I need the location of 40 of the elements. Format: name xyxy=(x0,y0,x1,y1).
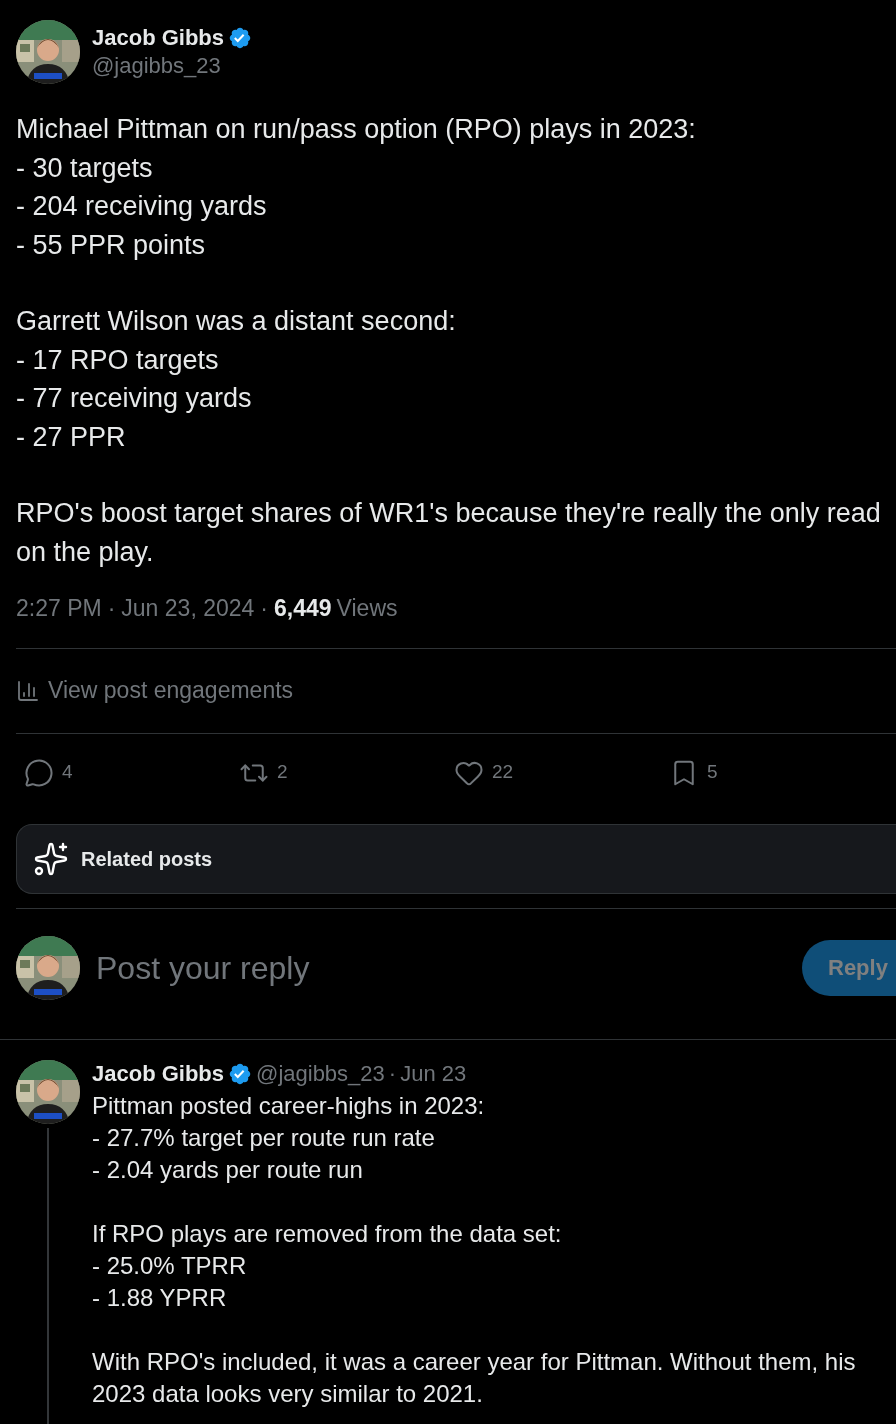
post-text-line: - 55 PPR points xyxy=(16,228,206,262)
reply-button[interactable]: 4 xyxy=(24,757,239,788)
reply-date[interactable]: Jun 23 xyxy=(400,1059,467,1088)
post-text-line: - 27 PPR xyxy=(16,420,126,454)
author-handle[interactable]: @jagibbs_23 xyxy=(256,1059,385,1088)
view-count: 6,449 xyxy=(274,594,332,623)
reply-text-line: If RPO plays are removed from the data set: xyxy=(92,1218,562,1249)
views-label: Views xyxy=(336,594,398,623)
bar-chart-icon xyxy=(16,678,40,703)
author-handle[interactable]: @jagibbs_23 xyxy=(92,52,253,80)
repost-button[interactable]: 2 xyxy=(239,757,454,788)
reply-text-line: - 25.0% TPRR xyxy=(92,1250,247,1281)
reply-text-line: Pittman posted career-highs in 2023: xyxy=(92,1090,485,1121)
post-text-line: Garrett Wilson was a distant second: xyxy=(16,305,456,338)
sparkle-icon xyxy=(33,840,69,877)
post-text-line: - 77 receiving yards xyxy=(16,382,252,415)
bookmark-button[interactable]: 5 xyxy=(669,757,884,788)
separator-dot: · xyxy=(107,594,116,623)
separator-dot: · xyxy=(260,594,268,623)
post-time[interactable]: 2:27 PM xyxy=(16,591,102,626)
reply-text-line: - 1.88 YPRR xyxy=(92,1282,227,1313)
post-text-line: RPO's boost target shares of WR1's because they're really the only read xyxy=(16,497,881,530)
reply-text-line: - 2.04 yards per route run xyxy=(92,1154,363,1185)
reply-text-line: With RPO's included, it was a career year for Pittman. Without them, his xyxy=(92,1346,856,1377)
author-name[interactable]: Jacob Gibbs xyxy=(92,1059,225,1088)
post-text-line: - 17 RPO targets xyxy=(16,343,219,377)
view-engagements-link[interactable]: View post engagements xyxy=(48,673,294,708)
separator-dot: · xyxy=(388,1059,397,1088)
reply-field[interactable]: Post your reply xyxy=(96,943,786,992)
reply-text-line: - 27.7% target per route run rate xyxy=(92,1122,435,1153)
post-text-line: - 30 targets xyxy=(16,151,153,185)
post-text-line: on the play. xyxy=(16,535,154,569)
post-date[interactable]: Jun 23, 2024 xyxy=(121,591,255,626)
speech-bubble-icon xyxy=(24,757,54,788)
post-text-line: Michael Pittman on run/pass option (RPO) plays in 2023: xyxy=(16,113,696,146)
related-posts-card[interactable]: Related posts xyxy=(16,823,896,894)
author-name[interactable]: Jacob Gibbs xyxy=(92,24,225,52)
post-text-line: - 204 receiving yards xyxy=(16,190,267,223)
reply-text-line: 2023 data looks very similar to 2021. xyxy=(92,1378,483,1409)
like-button[interactable]: 22 xyxy=(454,757,669,788)
